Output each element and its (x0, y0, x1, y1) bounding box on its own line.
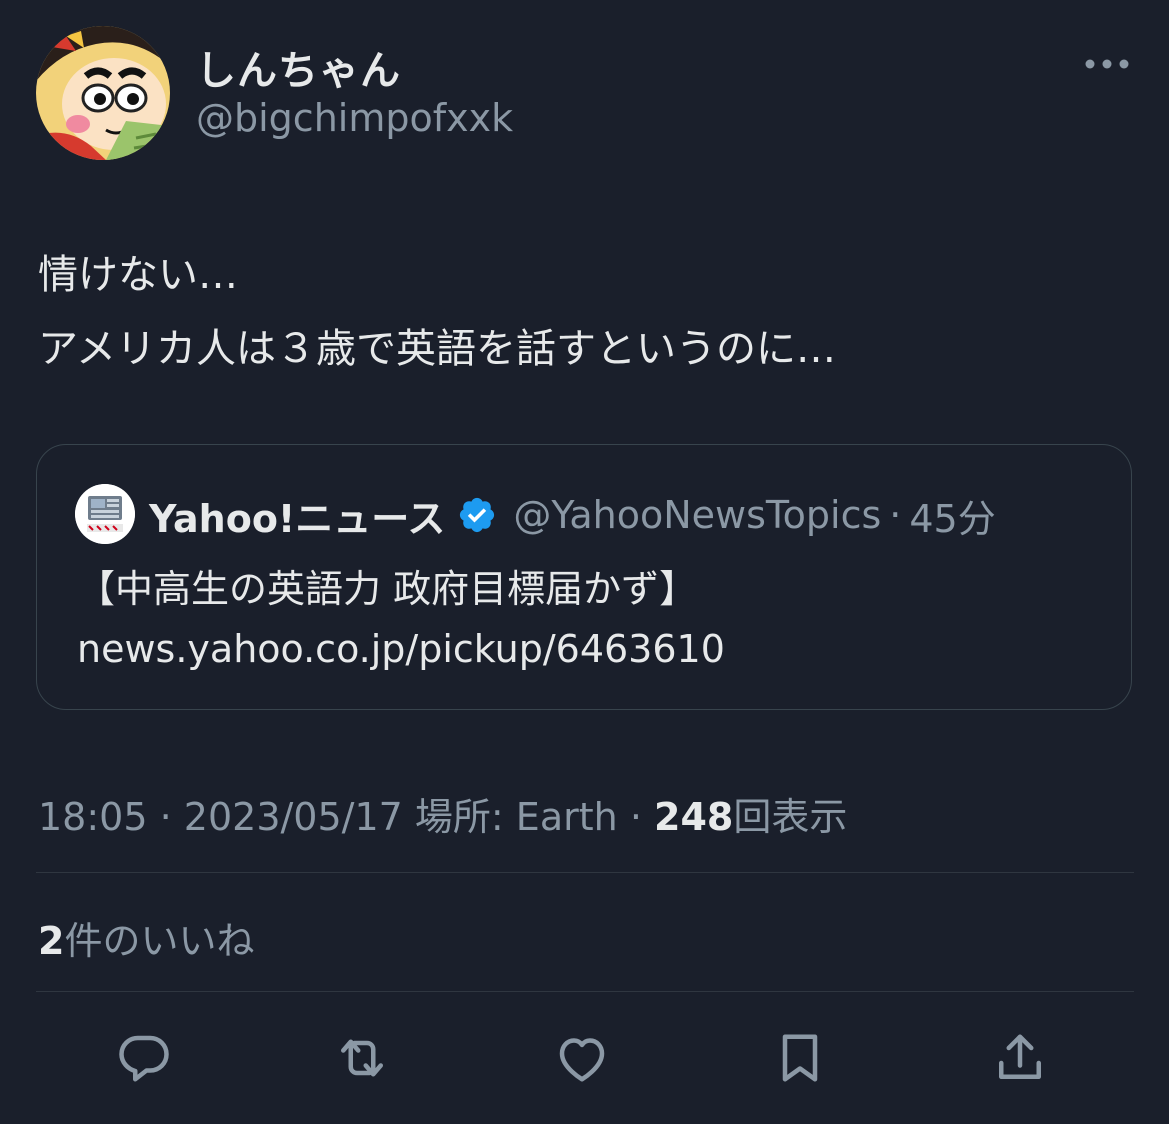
bookmark-button[interactable] (762, 1020, 838, 1096)
author-display-name[interactable]: しんちゃん (196, 38, 401, 96)
cartoon-boy-avatar-icon (36, 26, 170, 160)
views-count: 248 (654, 795, 734, 839)
likes-summary[interactable]: 2件のいいね (38, 910, 254, 965)
bookmark-icon (782, 1034, 818, 1082)
retweet-button[interactable] (324, 1020, 400, 1096)
quoted-text-line: 【中高生の英語力 政府目標届かず】 (77, 567, 698, 611)
reply-icon (119, 1035, 169, 1082)
quoted-avatar[interactable] (75, 484, 135, 544)
tweet-date[interactable]: 2023/05/17 (184, 795, 403, 839)
quoted-header: Yahoo!ニュース @YahooNewsTopics · 45分 (149, 489, 996, 541)
tweet-text: 情けない… アメリカ人は３歳で英語を話すというのに… (38, 238, 1128, 386)
quoted-timestamp[interactable]: 45分 (909, 488, 995, 543)
share-button[interactable] (982, 1020, 1058, 1096)
views-label: 回表示 (733, 795, 848, 839)
like-icon (559, 1038, 605, 1082)
likes-label: 件のいいね (64, 919, 255, 963)
share-icon (999, 1034, 1041, 1079)
tweet-line: 情けない… (38, 252, 238, 298)
tweet-line: アメリカ人は３歳で英語を話すというのに… (38, 326, 836, 372)
quoted-text: 【中高生の英語力 政府目標届かず】 news.yahoo.co.jp/picku… (77, 559, 725, 679)
divider (36, 991, 1134, 992)
tweet-time[interactable]: 18:05 (38, 795, 148, 839)
quoted-tweet-card[interactable]: Yahoo!ニュース @YahooNewsTopics · 45分 【中高生の英… (36, 444, 1132, 710)
avatar[interactable] (36, 26, 170, 160)
likes-count: 2 (38, 919, 65, 963)
quoted-link[interactable]: news.yahoo.co.jp/pickup/6463610 (77, 619, 725, 679)
meta-separator: · (629, 795, 642, 839)
action-bar (0, 1020, 1169, 1096)
meta-separator: · (159, 795, 172, 839)
author-handle[interactable]: @bigchimpofxxk (196, 96, 513, 140)
retweet-icon (341, 1039, 383, 1077)
quoted-separator: · (889, 493, 902, 537)
like-button[interactable] (544, 1020, 620, 1096)
verified-badge-icon (457, 495, 497, 535)
reply-button[interactable] (106, 1020, 182, 1096)
more-options-icon[interactable] (1080, 52, 1134, 76)
yahoo-news-logo-icon (75, 484, 135, 544)
tweet-location: 場所: Earth (414, 795, 618, 839)
tweet-metadata: 18:05 · 2023/05/17 場所: Earth · 248回表示 (38, 786, 847, 841)
divider (36, 872, 1134, 873)
quoted-display-name[interactable]: Yahoo!ニュース (149, 488, 445, 543)
quoted-handle[interactable]: @YahooNewsTopics (513, 493, 881, 537)
